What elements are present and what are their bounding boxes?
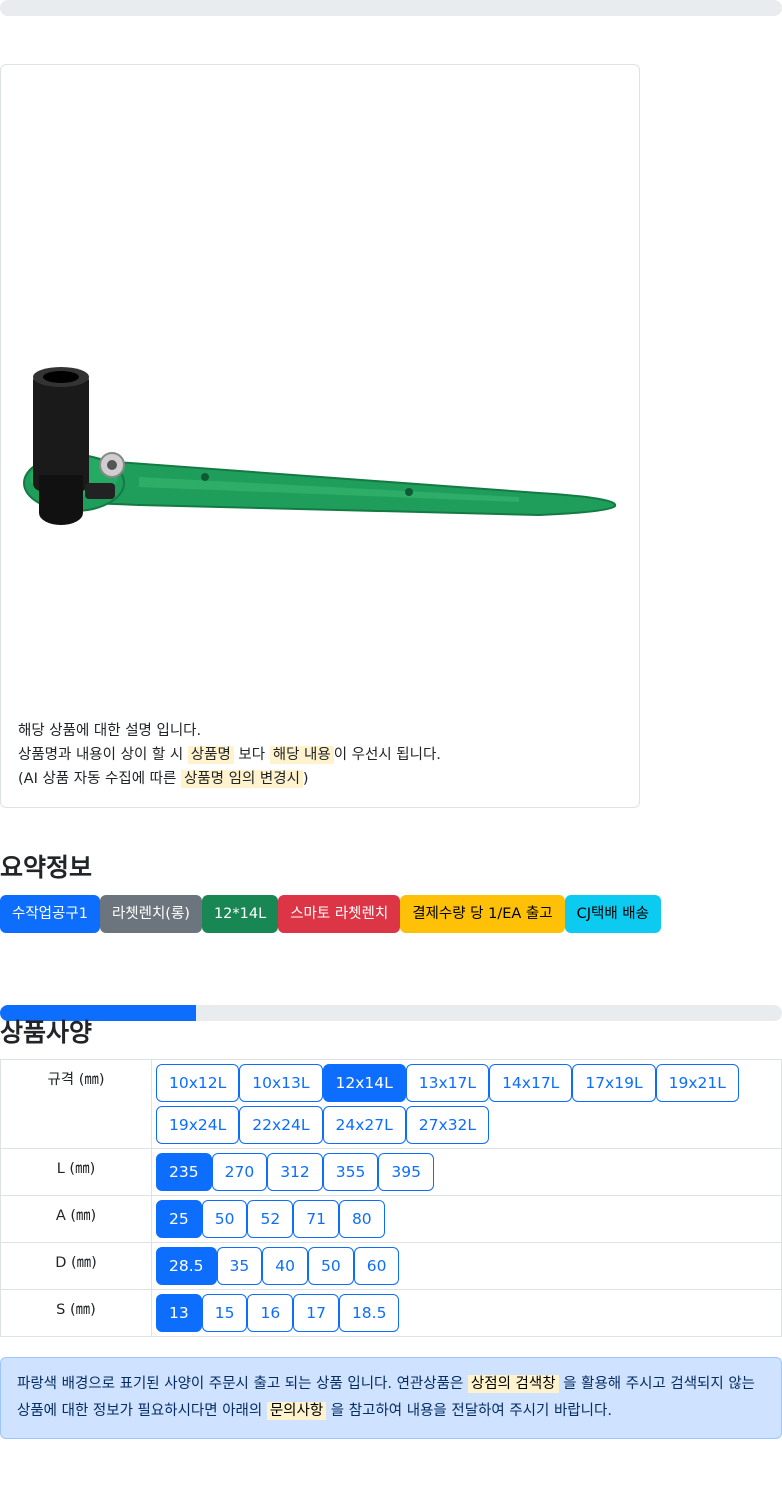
spec-option-button[interactable]: 80 [338, 1200, 385, 1238]
spec-option-button[interactable]: 28.5 [156, 1247, 217, 1285]
spec-option-button[interactable]: 17x19L [572, 1064, 656, 1102]
spec-option-button[interactable]: 13x17L [405, 1064, 490, 1102]
spec-option-button[interactable]: 14x17L [489, 1064, 573, 1102]
description-text: 보다 [233, 747, 270, 763]
description-line-2: 상품명과 내용이 상이 할 시 상품명 보다 해당 내용 이 우선시 됩니다. [18, 743, 441, 767]
spec-row: D (㎜) 28.5 35 40 50 60 [0, 1242, 782, 1290]
top-placeholder-bar [0, 0, 782, 16]
spec-option-button[interactable]: 10x12L [156, 1064, 240, 1102]
description-text: 이 우선시 됩니다. [333, 747, 441, 763]
spec-option-button[interactable]: 10x13L [239, 1064, 323, 1102]
spec-table: 규격 (㎜) 10x12L 10x13L 12x14L 13x17L 14x17L 17x1… [0, 1059, 782, 1337]
notice-text: 파랑색 배경으로 표기된 사양이 주문시 출고 되는 상품 입니다. 연관상품은 [17, 1376, 468, 1392]
spec-option-button[interactable]: 312 [267, 1153, 323, 1191]
description-text: ) [302, 771, 309, 787]
notice-text: 을 참고하여 내용을 전달하여 주시기 바랍니다. [326, 1403, 612, 1419]
highlight-product-name: 상품명 [187, 746, 234, 764]
progress-bar [0, 1005, 782, 1021]
spec-label: 규격 (㎜) [0, 1059, 152, 1149]
spec-option-button[interactable]: 16 [247, 1294, 294, 1332]
spec-label: A (㎜) [0, 1195, 152, 1243]
summary-title: 요약정보 [0, 853, 93, 882]
spec-row: L (㎜) 235 270 312 355 395 [0, 1148, 782, 1196]
highlight-content: 해당 내용 [269, 746, 334, 764]
spec-option-button[interactable]: 35 [216, 1247, 263, 1285]
spec-option-button[interactable]: 50 [307, 1247, 354, 1285]
description-text: 상품명과 내용이 상이 할 시 [18, 747, 188, 763]
spec-option-button[interactable]: 60 [353, 1247, 400, 1285]
spec-options: 28.5 35 40 50 60 [151, 1242, 782, 1290]
ratchet-wrench-image [23, 367, 617, 525]
highlight-name-change: 상품명 임의 변경시 [180, 770, 303, 788]
spec-option-button[interactable]: 24x27L [322, 1106, 406, 1144]
spec-options: 235 270 312 355 395 [151, 1148, 782, 1196]
notice-box: 파랑색 배경으로 표기된 사양이 주문시 출고 되는 상품 입니다. 연관상품은… [0, 1357, 782, 1439]
product-card: 해당 상품에 대한 설명 입니다. 상품명과 내용이 상이 할 시 상품명 보다… [0, 64, 640, 808]
spec-option-button[interactable]: 40 [262, 1247, 308, 1285]
badge-type: 라쳇렌치(롱) [99, 895, 202, 933]
spec-option-button[interactable]: 71 [293, 1200, 339, 1238]
spec-option-button[interactable]: 18.5 [338, 1294, 400, 1332]
spec-label: L (㎜) [0, 1148, 152, 1196]
spec-options: 13 15 16 17 18.5 [151, 1289, 782, 1337]
badge-quantity: 결제수량 당 1/EA 출고 [400, 895, 565, 933]
description-text: (AI 상품 자동 수집에 따른 [18, 771, 181, 787]
spec-option-button[interactable]: 270 [211, 1153, 268, 1191]
spec-row: S (㎜) 13 15 16 17 18.5 [0, 1289, 782, 1337]
spec-row: A (㎜) 25 50 52 71 80 [0, 1195, 782, 1243]
highlight-store-search: 상점의 검색창 [467, 1375, 559, 1393]
spec-options: 10x12L 10x13L 12x14L 13x17L 14x17L 17x19L 19x2… [151, 1059, 782, 1149]
spec-option-button[interactable]: 15 [201, 1294, 248, 1332]
spec-option-button[interactable]: 25 [156, 1200, 202, 1238]
spec-label: S (㎜) [0, 1289, 152, 1337]
description-line-1: 해당 상품에 대한 설명 입니다. [18, 719, 441, 743]
badge-category: 수작업공구1 [0, 895, 100, 933]
badge-shipping: CJ택배 배송 [564, 895, 661, 933]
summary-badges: 수작업공구1 라쳇렌치(롱) 12*14L 스마토 라쳇렌치 결제수량 당 1/… [0, 895, 661, 933]
spec-option-button[interactable]: 395 [378, 1153, 434, 1191]
spec-option-button[interactable]: 12x14L [322, 1064, 406, 1102]
spec-option-button[interactable]: 22x24L [239, 1106, 323, 1144]
spec-option-button[interactable]: 19x21L [655, 1064, 739, 1102]
spec-title: 상품사양 [0, 1018, 93, 1047]
spec-row: 규격 (㎜) 10x12L 10x13L 12x14L 13x17L 14x17L 17x1… [0, 1059, 782, 1149]
description-text: 해당 상품에 대한 설명 입니다. [18, 723, 202, 739]
spec-label: D (㎜) [0, 1242, 152, 1290]
spec-option-button[interactable]: 17 [293, 1294, 339, 1332]
spec-option-button[interactable]: 235 [156, 1153, 212, 1191]
highlight-inquiry: 문의사항 [266, 1402, 327, 1420]
spec-option-button[interactable]: 13 [156, 1294, 202, 1332]
description-line-3: (AI 상품 자동 수집에 따른 상품명 임의 변경시) [18, 767, 441, 791]
product-description: 해당 상품에 대한 설명 입니다. 상품명과 내용이 상이 할 시 상품명 보다… [18, 719, 441, 791]
spec-option-button[interactable]: 52 [247, 1200, 294, 1238]
badge-size: 12*14L [201, 895, 279, 933]
spec-option-button[interactable]: 19x24L [156, 1106, 240, 1144]
spec-option-button[interactable]: 50 [201, 1200, 248, 1238]
spec-option-button[interactable]: 27x32L [405, 1106, 490, 1144]
badge-brand: 스마토 라쳇렌치 [278, 895, 401, 933]
spec-options: 25 50 52 71 80 [151, 1195, 782, 1243]
spec-option-button[interactable]: 355 [322, 1153, 379, 1191]
